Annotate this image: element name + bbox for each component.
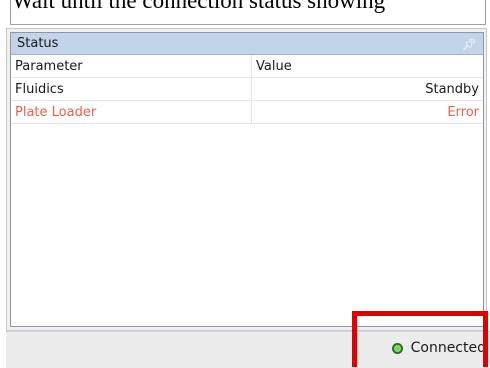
status-panel-header: Status 📌︎: [11, 33, 483, 55]
param-cell: Plate Loader: [15, 104, 97, 120]
connection-label: Connected: [410, 340, 486, 356]
param-cell: Fluidics: [15, 81, 64, 97]
status-panel-title: Status: [17, 36, 59, 51]
pin-icon[interactable]: 📌︎: [462, 38, 477, 50]
value-cell: Standby: [251, 77, 483, 101]
status-led-icon: [391, 342, 403, 354]
table-header-row: Parameter Value: [11, 55, 483, 78]
column-header-value[interactable]: Value: [252, 55, 484, 78]
table-row-plate-loader[interactable]: Plate Loader Error: [11, 100, 483, 124]
status-table: Parameter Value Fluidics Standby Plate L…: [11, 55, 483, 124]
value-cell: Error: [251, 100, 483, 124]
connection-status: Connected: [391, 340, 486, 356]
upper-panel: [10, 0, 486, 25]
status-bar: Connected: [6, 331, 490, 368]
status-panel: Status 📌︎ Parameter Value Fluidics Stand…: [10, 32, 484, 327]
column-header-parameter[interactable]: Parameter: [11, 55, 252, 78]
table-row-fluidics[interactable]: Fluidics Standby: [11, 77, 483, 101]
